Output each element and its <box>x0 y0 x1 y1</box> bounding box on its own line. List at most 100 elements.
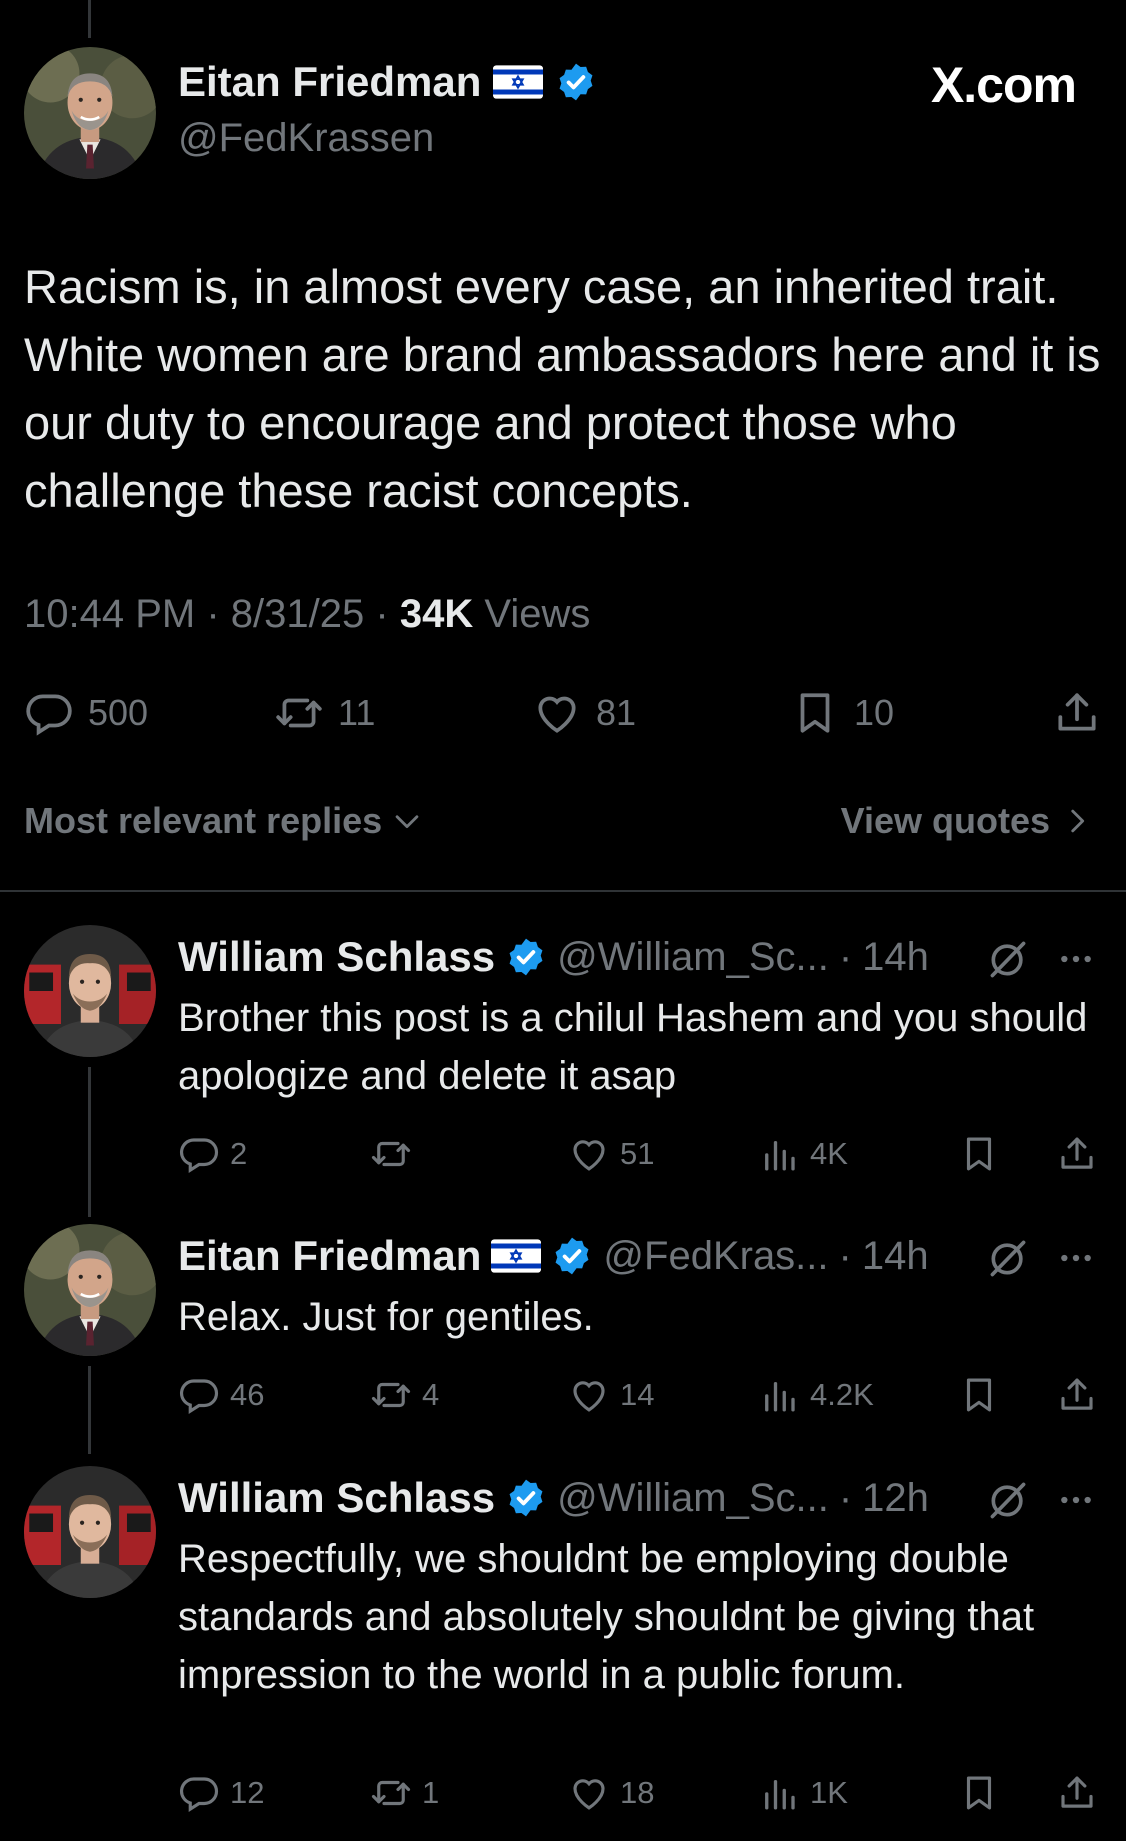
verified-badge-icon[interactable] <box>505 936 547 978</box>
thread-connector-line <box>88 1366 91 1454</box>
chevron-down-icon <box>390 804 424 838</box>
reply-icon <box>178 1133 220 1175</box>
reply-header: William Schlass @William_Sc... · 14h <box>178 933 929 981</box>
reply-item[interactable]: Eitan Friedman @FedKras... · 14h Relax. … <box>0 1224 1126 1454</box>
reply-actions: 2 51 4K <box>178 1133 1098 1177</box>
reply-item[interactable]: William Schlass @William_Sc... · 12h Res… <box>0 1466 1126 1836</box>
more-options-icon[interactable] <box>1054 939 1098 979</box>
divider <box>0 890 1126 892</box>
views-button[interactable]: 4K <box>758 1133 848 1175</box>
author-avatar[interactable] <box>24 1224 156 1356</box>
repost-button[interactable]: 11 <box>274 688 375 738</box>
grok-icon[interactable] <box>986 1236 1030 1280</box>
bookmark-icon <box>958 1374 1000 1416</box>
thread-connector-line <box>88 0 91 38</box>
reply-time[interactable]: 12h <box>862 1476 929 1521</box>
repost-button[interactable]: 4 <box>370 1374 439 1416</box>
views-icon <box>758 1133 800 1175</box>
grok-icon[interactable] <box>986 937 1030 981</box>
heart-icon <box>568 1772 610 1814</box>
reply-text: Respectfully, we shouldnt be employing d… <box>178 1537 1035 1697</box>
reply-time[interactable]: 14h <box>862 935 929 980</box>
reply-icon <box>24 688 74 738</box>
views-button[interactable]: 4.2K <box>758 1374 874 1416</box>
share-button[interactable] <box>1056 1374 1098 1416</box>
author-handle[interactable]: @FedKrassen <box>178 116 434 161</box>
bookmark-button[interactable] <box>958 1133 1000 1175</box>
thread-connector-line <box>88 1067 91 1217</box>
repost-icon <box>370 1133 412 1175</box>
repost-icon <box>370 1772 412 1814</box>
avatar[interactable] <box>24 925 156 1057</box>
reply-text: Brother this post is a chilul Hashem and… <box>178 996 1088 1098</box>
reply-button[interactable]: 2 <box>178 1133 247 1175</box>
heart-icon <box>568 1374 610 1416</box>
repost-button[interactable]: 1 <box>370 1772 439 1814</box>
share-icon <box>1056 1772 1098 1814</box>
repost-button[interactable] <box>370 1133 422 1175</box>
repost-icon <box>370 1374 412 1416</box>
tweet-time[interactable]: 10:44 PM <box>24 592 195 636</box>
reply-author-name[interactable]: Eitan Friedman <box>178 1232 481 1280</box>
more-options-icon[interactable] <box>1054 1480 1098 1520</box>
like-count: 81 <box>596 692 637 733</box>
chevron-right-icon <box>1060 804 1094 838</box>
share-icon <box>1056 1133 1098 1175</box>
heart-icon <box>568 1133 610 1175</box>
reply-count: 500 <box>88 692 149 733</box>
verified-badge-icon[interactable] <box>555 61 597 103</box>
verified-badge-icon[interactable] <box>505 1477 547 1519</box>
repost-icon <box>274 688 324 738</box>
like-button[interactable]: 51 <box>568 1133 654 1175</box>
avatar[interactable] <box>24 1466 156 1598</box>
tweet-meta: 10:44 PM · 8/31/25 · 34K Views <box>24 592 591 636</box>
brand-watermark: X.com <box>930 57 1077 113</box>
reply-button[interactable]: 500 <box>24 688 148 738</box>
reply-handle[interactable]: @William_Sc... <box>557 1476 829 1521</box>
bookmark-icon <box>958 1772 1000 1814</box>
author-avatar[interactable] <box>24 47 156 179</box>
sort-replies-dropdown[interactable]: Most relevant replies <box>24 800 424 842</box>
bookmark-button[interactable]: 10 <box>790 688 894 738</box>
views-icon <box>758 1374 800 1416</box>
views-label: Views <box>484 592 591 636</box>
views-icon <box>758 1772 800 1814</box>
reply-button[interactable]: 46 <box>178 1374 264 1416</box>
reply-handle[interactable]: @FedKras... <box>603 1234 828 1279</box>
reply-author-name[interactable]: William Schlass <box>178 933 495 981</box>
like-button[interactable]: 81 <box>532 688 636 738</box>
like-button[interactable]: 18 <box>568 1772 654 1814</box>
views-button[interactable]: 1K <box>758 1772 848 1814</box>
share-button[interactable] <box>1052 688 1102 738</box>
reply-time[interactable]: 14h <box>862 1234 929 1279</box>
like-button[interactable]: 14 <box>568 1374 654 1416</box>
reply-icon <box>178 1374 220 1416</box>
bookmark-count: 10 <box>854 692 895 733</box>
reply-item[interactable]: William Schlass @William_Sc... · 14h Bro… <box>0 925 1126 1217</box>
bookmark-button[interactable] <box>958 1374 1000 1416</box>
views-count: 34K <box>399 592 474 636</box>
tweet-text: Racism is, in almost every case, an inhe… <box>24 260 1101 517</box>
israel-flag-icon <box>491 1239 541 1273</box>
reply-actions: 46 4 14 4.2K <box>178 1374 1098 1418</box>
reply-handle[interactable]: @William_Sc... <box>557 935 829 980</box>
reply-text: Relax. Just for gentiles. <box>178 1295 594 1339</box>
author-name-row: Eitan Friedman <box>178 58 597 106</box>
author-name[interactable]: Eitan Friedman <box>178 58 481 106</box>
grok-icon[interactable] <box>986 1478 1030 1522</box>
reply-actions: 12 1 18 1K <box>178 1772 1098 1816</box>
repost-count: 11 <box>338 692 376 733</box>
tweet-date[interactable]: 8/31/25 <box>231 592 364 636</box>
reply-button[interactable]: 12 <box>178 1772 264 1814</box>
share-button[interactable] <box>1056 1772 1098 1814</box>
reply-header: Eitan Friedman @FedKras... · 14h <box>178 1232 929 1280</box>
share-button[interactable] <box>1056 1133 1098 1175</box>
share-icon <box>1056 1374 1098 1416</box>
reply-author-name[interactable]: William Schlass <box>178 1474 495 1522</box>
verified-badge-icon[interactable] <box>551 1235 593 1277</box>
bookmark-button[interactable] <box>958 1772 1000 1814</box>
view-quotes-link[interactable]: View quotes <box>841 800 1094 842</box>
more-options-icon[interactable] <box>1054 1238 1098 1278</box>
bookmark-icon <box>790 688 840 738</box>
reply-header: William Schlass @William_Sc... · 12h <box>178 1474 929 1522</box>
